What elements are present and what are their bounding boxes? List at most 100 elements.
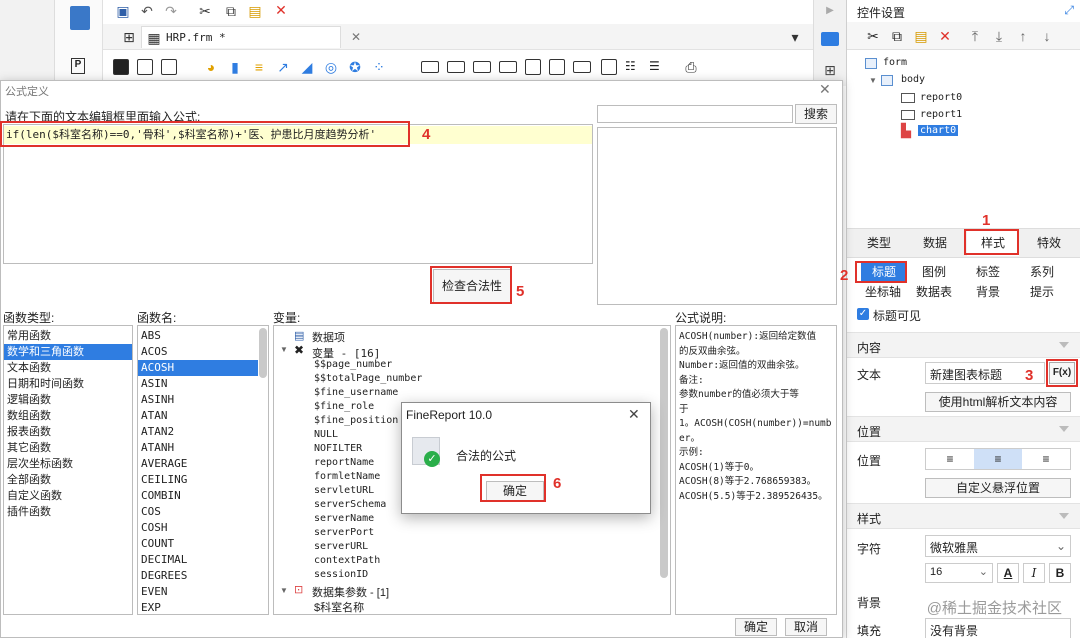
- dialog-cancel-button[interactable]: 取消: [785, 618, 827, 636]
- align-left-icon[interactable]: ≡: [926, 449, 974, 469]
- close-icon[interactable]: ✕: [628, 406, 640, 423]
- scrollbar[interactable]: [259, 328, 267, 378]
- list-item[interactable]: 数学和三角函数: [4, 344, 132, 360]
- custom-float-position-button[interactable]: 自定义悬浮位置: [925, 478, 1071, 498]
- list-item[interactable]: EXP: [138, 600, 258, 614]
- list-item[interactable]: COMBIN: [138, 488, 258, 504]
- align-right-icon[interactable]: ≡: [1022, 449, 1070, 469]
- delete-icon[interactable]: ✕: [937, 28, 953, 44]
- list-item[interactable]: 层次坐标函数: [4, 456, 132, 472]
- collapse-icon[interactable]: ▶: [822, 3, 838, 19]
- list-item[interactable]: serverURL: [314, 541, 654, 555]
- search-button[interactable]: 搜索: [795, 104, 837, 124]
- redo-icon[interactable]: ↷: [163, 3, 179, 19]
- list-item[interactable]: ASINH: [138, 392, 258, 408]
- list-item[interactable]: contextPath: [314, 555, 654, 569]
- tab-layout-icon[interactable]: [161, 59, 177, 75]
- function-name-list[interactable]: ABS ACOS ACOSH ASIN ASINH ATAN ATAN2 ATA…: [137, 325, 269, 615]
- tree-expand-icon[interactable]: ▼: [869, 76, 877, 85]
- checkbox-group-icon[interactable]: ☷: [625, 59, 641, 75]
- list-item[interactable]: $fine_username: [314, 387, 654, 401]
- number-widget-icon[interactable]: [573, 61, 591, 73]
- align-center-icon[interactable]: ≡: [974, 449, 1022, 469]
- section-style[interactable]: 样式: [847, 503, 1080, 529]
- hbar-chart-icon[interactable]: ≡: [251, 59, 267, 75]
- move-bottom-icon[interactable]: ⤓: [991, 28, 1007, 44]
- title-visible-checkbox[interactable]: ✓: [857, 308, 869, 320]
- template-icon[interactable]: [70, 6, 90, 30]
- save-icon[interactable]: ▣: [115, 3, 131, 19]
- list-item[interactable]: DEGREES: [138, 568, 258, 584]
- line-chart-icon[interactable]: ↗: [275, 59, 291, 75]
- copy-icon[interactable]: ⧉: [889, 28, 905, 44]
- section-position[interactable]: 位置: [847, 416, 1080, 442]
- cut-icon[interactable]: ✂: [865, 28, 881, 44]
- function-type-list[interactable]: 常用函数 数学和三角函数 文本函数 日期和时间函数 逻辑函数 数组函数 报表函数…: [3, 325, 133, 615]
- bold-button[interactable]: B: [1049, 563, 1071, 583]
- list-item[interactable]: ASIN: [138, 376, 258, 392]
- text-widget-icon[interactable]: [473, 61, 491, 73]
- list-item[interactable]: 其它函数: [4, 440, 132, 456]
- copy-icon[interactable]: ⧉: [223, 3, 239, 19]
- list-item[interactable]: ATANH: [138, 440, 258, 456]
- tab-type[interactable]: 类型: [857, 230, 901, 256]
- list-item[interactable]: 自定义函数: [4, 488, 132, 504]
- fill-select[interactable]: 没有背景: [925, 618, 1071, 638]
- tab-data[interactable]: 数据: [913, 230, 957, 256]
- subtab-label[interactable]: 标签: [965, 263, 1011, 281]
- dataset-group[interactable]: 数据集参数 - [1]: [312, 584, 389, 600]
- absolute-layout-icon[interactable]: [137, 59, 153, 75]
- preview-icon[interactable]: ⎙: [683, 59, 699, 75]
- pie-chart-icon[interactable]: ◕: [203, 59, 219, 75]
- list-item[interactable]: 日期和时间函数: [4, 376, 132, 392]
- tab-menu-icon[interactable]: ▾: [787, 29, 803, 45]
- bar-chart-icon[interactable]: ▮: [227, 59, 243, 75]
- report-block-icon[interactable]: [113, 59, 129, 75]
- subtab-axis[interactable]: 坐标轴: [857, 283, 909, 301]
- list-item[interactable]: serverPort: [314, 527, 654, 541]
- var-root[interactable]: 数据项: [312, 329, 345, 345]
- tree-expand-icon[interactable]: ▼: [280, 345, 288, 354]
- property-panel-icon[interactable]: [821, 32, 839, 46]
- cut-icon[interactable]: ✂: [197, 3, 213, 19]
- date-widget-icon[interactable]: [525, 59, 541, 75]
- font-color-button[interactable]: A: [997, 563, 1019, 583]
- list-item[interactable]: DECIMAL: [138, 552, 258, 568]
- move-up-icon[interactable]: ↑: [1015, 28, 1031, 44]
- undo-icon[interactable]: ↶: [139, 3, 155, 19]
- list-item[interactable]: CEILING: [138, 472, 258, 488]
- tree-chart0[interactable]: chart0: [918, 125, 959, 136]
- paste-icon[interactable]: ▤: [247, 3, 263, 19]
- search-results-list[interactable]: [597, 127, 837, 305]
- subtab-series[interactable]: 系列: [1019, 263, 1065, 281]
- label-widget-icon[interactable]: [447, 61, 465, 73]
- textarea-widget-icon[interactable]: [549, 59, 565, 75]
- tree-expand-icon[interactable]: ▼: [280, 586, 288, 595]
- list-item[interactable]: EVEN: [138, 584, 258, 600]
- list-item[interactable]: ATAN2: [138, 424, 258, 440]
- area-chart-icon[interactable]: ◢: [299, 59, 315, 75]
- gauge-chart-icon[interactable]: ◎: [323, 59, 339, 75]
- list-item[interactable]: COSH: [138, 520, 258, 536]
- list-item[interactable]: ABS: [138, 328, 258, 344]
- tree-report0[interactable]: report0: [920, 92, 962, 103]
- list-item[interactable]: ACOSH: [138, 360, 258, 376]
- tree-report1[interactable]: report1: [920, 109, 962, 120]
- widget-tree-icon[interactable]: ⊞: [822, 62, 838, 78]
- font-family-select[interactable]: 微软雅黑 ⌄: [925, 535, 1071, 557]
- move-top-icon[interactable]: ⤒: [967, 28, 983, 44]
- radio-group-icon[interactable]: ☰: [649, 59, 665, 75]
- close-icon[interactable]: ✕: [819, 81, 831, 98]
- html-parse-button[interactable]: 使用html解析文本内容: [925, 392, 1071, 412]
- font-size-select[interactable]: 16 ⌄: [925, 563, 993, 583]
- paste-icon[interactable]: ▤: [913, 28, 929, 44]
- search-input[interactable]: [597, 105, 793, 123]
- subtab-background[interactable]: 背景: [965, 283, 1011, 301]
- tab-effect[interactable]: 特效: [1027, 230, 1071, 256]
- dataset-param[interactable]: $科室名称: [314, 599, 364, 614]
- tab-close-icon[interactable]: ✕: [348, 29, 364, 45]
- param-icon[interactable]: P: [71, 58, 85, 74]
- list-item[interactable]: serverName: [314, 513, 654, 527]
- list-item[interactable]: $$totalPage_number: [314, 373, 654, 387]
- list-item[interactable]: 文本函数: [4, 360, 132, 376]
